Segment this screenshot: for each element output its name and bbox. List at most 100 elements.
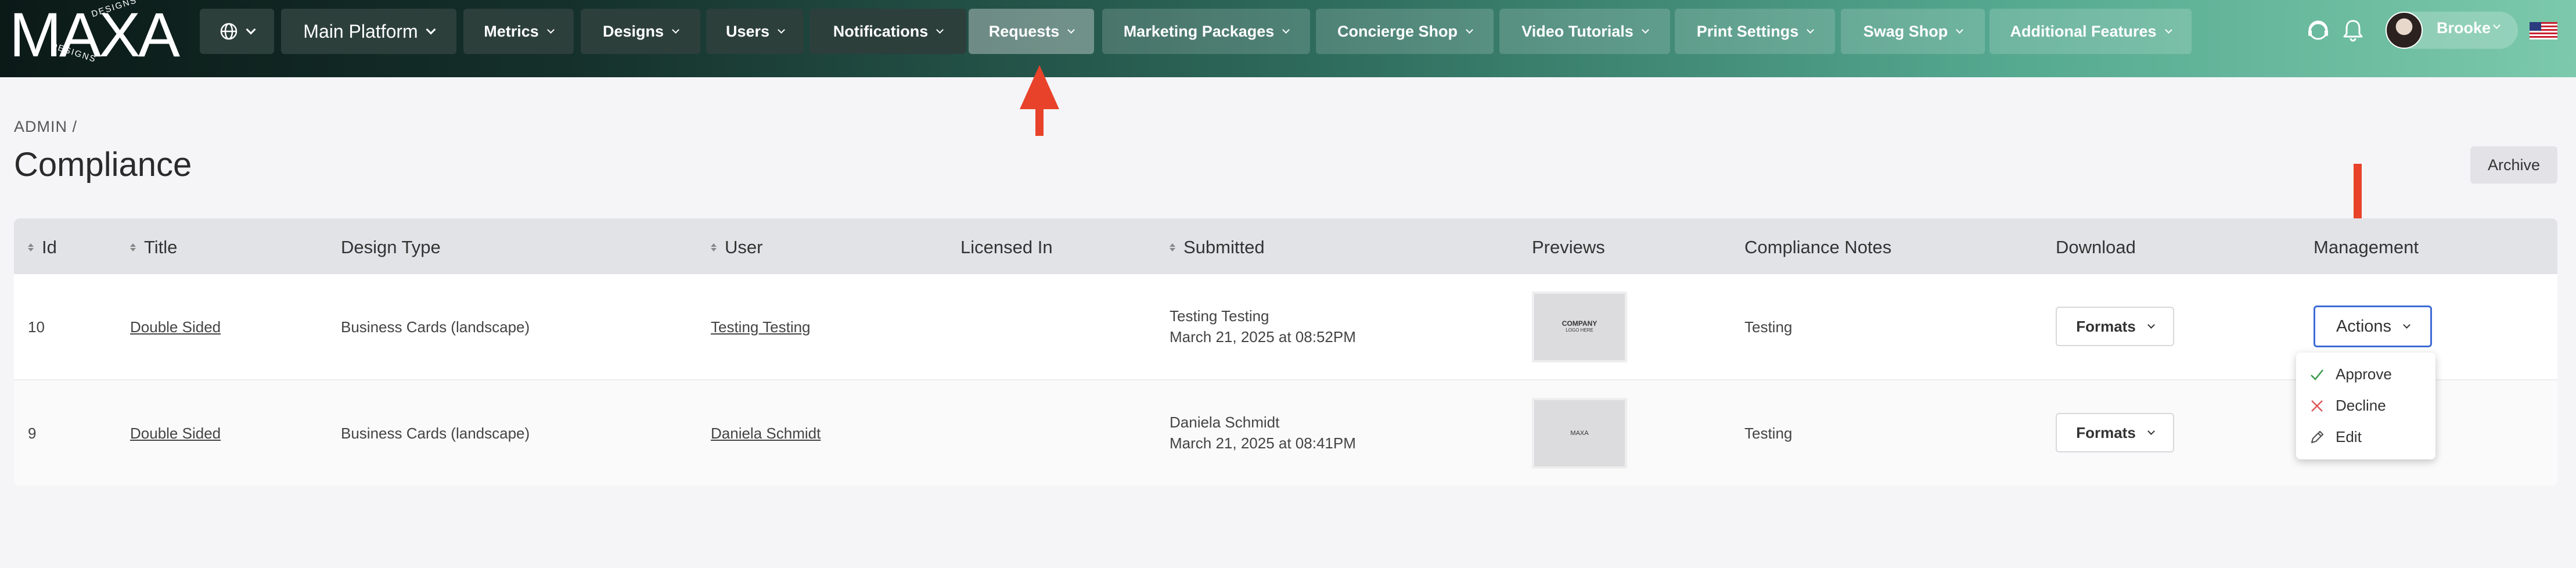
column-header-licensed-in: Licensed In [960,237,1053,258]
column-label: Compliance Notes [1744,237,1892,257]
menu-item-decline[interactable]: Decline [2309,397,2386,415]
preview-content: MAXA [1570,430,1588,437]
nav-label: Marketing Packages [1123,22,1275,40]
design-preview-thumbnail[interactable]: MAXA [1532,398,1627,469]
chevron-down-icon [2147,427,2155,435]
preview-line: LOGO HERE [1566,328,1593,333]
nav-label: Swag Shop [1863,22,1948,40]
actions-label: Actions [2336,317,2392,336]
annotation-arrow-up [1020,65,1059,136]
avatar[interactable] [2386,12,2423,49]
nav-marketing-packages[interactable]: Marketing Packages [1102,9,1310,54]
column-label: Licensed In [960,237,1053,257]
nav-designs[interactable]: Designs [581,9,700,54]
pencil-icon [2311,430,2324,443]
sort-icon[interactable] [130,243,136,251]
chevron-down-icon [672,26,679,34]
nav-metrics[interactable]: Metrics [463,9,574,54]
column-label: Title [144,237,178,257]
chevron-down-icon [1641,26,1649,34]
chevron-down-icon [1466,26,1473,34]
column-header-download: Download [2056,237,2136,258]
nav-requests[interactable]: Requests [969,9,1094,54]
submitted-by: Testing Testing [1170,307,1269,325]
chevron-down-icon [2164,26,2172,34]
preview-line: COMPANY [1562,319,1598,328]
menu-item-label: Edit [2336,428,2362,445]
nav-additional-features[interactable]: Additional Features [1989,9,2192,54]
check-icon [2311,369,2323,380]
nav-label: Main Platform [303,20,418,42]
column-header-design-type: Design Type [341,237,441,258]
column-header-previews: Previews [1532,237,1605,258]
chevron-down-icon [778,26,785,34]
nav-users[interactable]: Users [706,9,804,54]
menu-item-label: Approve [2336,365,2392,383]
sort-icon[interactable] [711,243,717,251]
cell-submitted: Daniela Schmidt March 21, 2025 at 08:41P… [1170,412,1356,454]
chevron-down-icon [2147,321,2155,329]
sort-icon[interactable] [1170,243,1175,251]
table-header: Id Title Design Type User Licensed In Su… [14,218,2557,274]
chevron-down-icon [246,24,256,34]
preview-content: COMPANY LOGO HERE [1562,320,1597,334]
submitted-by: Daniela Schmidt [1170,414,1280,431]
page-title: Compliance [14,146,192,184]
nav-print-settings[interactable]: Print Settings [1675,9,1835,54]
column-label: Download [2056,237,2136,257]
user-name: Brooke [2437,19,2491,37]
cell-id: 9 [28,425,37,442]
column-header-user[interactable]: User [711,237,762,258]
archive-button[interactable]: Archive [2470,146,2557,184]
nav-video-tutorials[interactable]: Video Tutorials [1499,9,1670,54]
nav-swag-shop[interactable]: Swag Shop [1841,9,1985,54]
chevron-down-icon [1067,26,1075,34]
actions-dropdown-button[interactable]: Actions [2314,305,2432,347]
cell-title-link[interactable]: Double Sided [130,425,221,443]
column-label: Management [2314,237,2419,257]
chevron-down-icon [936,26,944,34]
menu-item-approve[interactable]: Approve [2309,365,2392,383]
column-header-title[interactable]: Title [130,237,177,258]
nav-notifications[interactable]: Notifications [810,9,966,54]
submitted-at: March 21, 2025 at 08:41PM [1170,434,1356,452]
us-flag-icon[interactable] [2530,22,2557,39]
menu-item-edit[interactable]: Edit [2309,428,2362,446]
chevron-down-icon [1282,26,1290,34]
chevron-down-icon [546,26,555,34]
language-globe-button[interactable] [200,9,274,54]
nav-concierge-shop[interactable]: Concierge Shop [1316,9,1494,54]
nav-label: Print Settings [1696,22,1799,40]
cell-compliance-notes: Testing [1744,425,1793,442]
sort-icon[interactable] [28,243,34,251]
column-label: Id [42,237,57,257]
nav-label: Users [725,22,770,40]
actions-dropdown-menu: Approve Decline Edit [2296,353,2435,459]
nav-main-platform[interactable]: Main Platform [281,9,456,54]
maxa-logo[interactable]: MAXA DESIGNS DESIGNS [9,0,184,72]
cell-id: 10 [28,318,45,336]
nav-label: Designs [602,22,664,40]
chevron-down-icon [1956,26,1964,34]
top-navigation-bar: MAXA DESIGNS DESIGNS Main Platform Metri… [0,0,2576,77]
cell-user-link[interactable]: Testing Testing [711,318,811,336]
bell-icon[interactable] [2340,17,2366,43]
column-header-compliance-notes: Compliance Notes [1744,237,1891,258]
cell-user-link[interactable]: Daniela Schmidt [711,425,821,443]
cell-compliance-notes: Testing [1744,318,1793,336]
formats-dropdown-button[interactable]: Formats [2056,413,2174,452]
cell-title-link[interactable]: Double Sided [130,318,221,336]
design-preview-thumbnail[interactable]: COMPANY LOGO HERE [1532,292,1627,362]
breadcrumb[interactable]: ADMIN / [14,118,77,136]
x-icon [2311,400,2323,412]
formats-dropdown-button[interactable]: Formats [2056,307,2174,346]
column-header-management: Management [2314,237,2419,258]
cell-design-type: Business Cards (landscape) [341,425,530,442]
column-header-id[interactable]: Id [28,237,57,258]
chevron-down-icon [1807,26,1815,34]
column-header-submitted[interactable]: Submitted [1170,237,1265,258]
support-icon[interactable] [2305,17,2331,43]
table-row: 9 Double Sided Business Cards (landscape… [14,380,2557,486]
globe-icon [220,23,238,40]
chevron-down-icon [2403,321,2410,329]
